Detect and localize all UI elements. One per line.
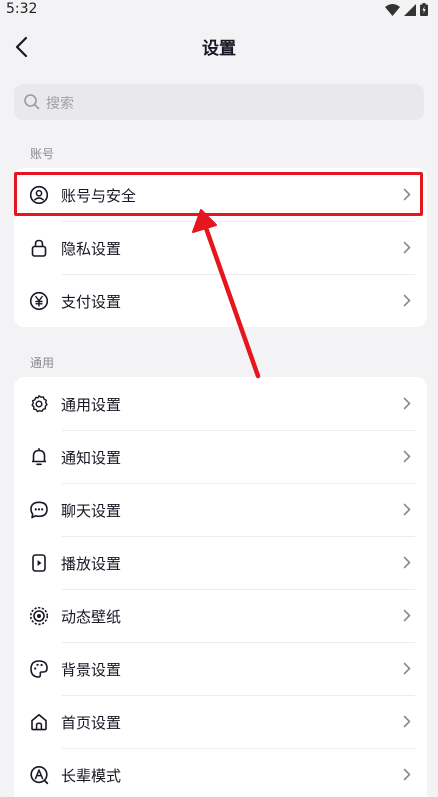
user-circle-icon bbox=[29, 185, 49, 205]
gear-icon bbox=[31, 395, 48, 413]
menu-item-label: 首页设置 bbox=[61, 714, 122, 732]
search-icon bbox=[24, 94, 40, 110]
yen-circle-icon bbox=[29, 291, 49, 311]
cellular-signal-icon bbox=[404, 3, 416, 16]
section-label-account: 账号 bbox=[30, 147, 55, 161]
menu-item-general[interactable]: 通用设置 bbox=[14, 377, 427, 430]
menu-item-label: 隐私设置 bbox=[61, 240, 122, 258]
menu-item-label: 长辈模式 bbox=[61, 767, 122, 785]
palette-icon bbox=[30, 660, 48, 678]
search-input[interactable]: 搜索 bbox=[14, 84, 424, 120]
wifi-icon bbox=[385, 3, 400, 16]
search-placeholder: 搜索 bbox=[46, 96, 74, 112]
bell-icon bbox=[32, 448, 46, 466]
phone-play-icon bbox=[32, 554, 46, 572]
menu-item-background[interactable]: 背景设置 bbox=[14, 642, 427, 695]
chevron-right-icon bbox=[403, 556, 411, 569]
elder-mode-icon bbox=[30, 766, 49, 785]
account-settings-card: 账号与安全 隐私设置 支付设置 bbox=[14, 168, 427, 327]
chevron-right-icon bbox=[403, 188, 411, 201]
menu-item-label: 背景设置 bbox=[61, 661, 122, 679]
home-icon bbox=[31, 714, 47, 731]
section-label-general: 通用 bbox=[30, 356, 55, 370]
status-bar: 5:32 bbox=[0, 0, 438, 20]
menu-item-dynamic-wallpaper[interactable]: 动态壁纸 bbox=[14, 589, 427, 642]
menu-item-label: 支付设置 bbox=[61, 293, 122, 311]
chevron-right-icon bbox=[403, 294, 411, 307]
lock-icon bbox=[31, 239, 47, 257]
menu-item-account-security[interactable]: 账号与安全 bbox=[14, 168, 427, 221]
status-time: 5:32 bbox=[6, 1, 38, 17]
page-title: 设置 bbox=[202, 39, 236, 59]
menu-item-playback[interactable]: 播放设置 bbox=[14, 536, 427, 589]
menu-item-label: 聊天设置 bbox=[61, 502, 122, 520]
chevron-right-icon bbox=[403, 450, 411, 463]
menu-item-label: 通知设置 bbox=[61, 449, 122, 467]
menu-item-elder-mode[interactable]: 长辈模式 bbox=[14, 748, 427, 797]
menu-item-payment[interactable]: 支付设置 bbox=[14, 274, 427, 327]
chevron-right-icon bbox=[403, 715, 411, 728]
menu-item-privacy[interactable]: 隐私设置 bbox=[14, 221, 427, 274]
menu-item-label: 账号与安全 bbox=[61, 187, 137, 205]
chevron-right-icon bbox=[403, 768, 411, 781]
dynamic-wallpaper-icon bbox=[29, 606, 49, 626]
chevron-right-icon bbox=[403, 397, 411, 410]
menu-item-label: 通用设置 bbox=[61, 396, 122, 414]
general-settings-card: 通用设置 通知设置 聊天设置 播放设置 动态壁纸 背景设置 首页设置 长辈模式 bbox=[14, 377, 427, 797]
chevron-right-icon bbox=[403, 609, 411, 622]
menu-item-label: 动态壁纸 bbox=[61, 608, 122, 626]
chat-bubble-icon bbox=[30, 501, 48, 519]
menu-item-homepage[interactable]: 首页设置 bbox=[14, 695, 427, 748]
chevron-right-icon bbox=[403, 662, 411, 675]
battery-icon bbox=[420, 3, 428, 16]
chevron-right-icon bbox=[403, 241, 411, 254]
nav-bar: 设置 bbox=[0, 24, 438, 70]
menu-item-notifications[interactable]: 通知设置 bbox=[14, 430, 427, 483]
chevron-right-icon bbox=[403, 503, 411, 516]
menu-item-chat[interactable]: 聊天设置 bbox=[14, 483, 427, 536]
status-icons bbox=[385, 3, 428, 16]
menu-item-label: 播放设置 bbox=[61, 555, 122, 573]
